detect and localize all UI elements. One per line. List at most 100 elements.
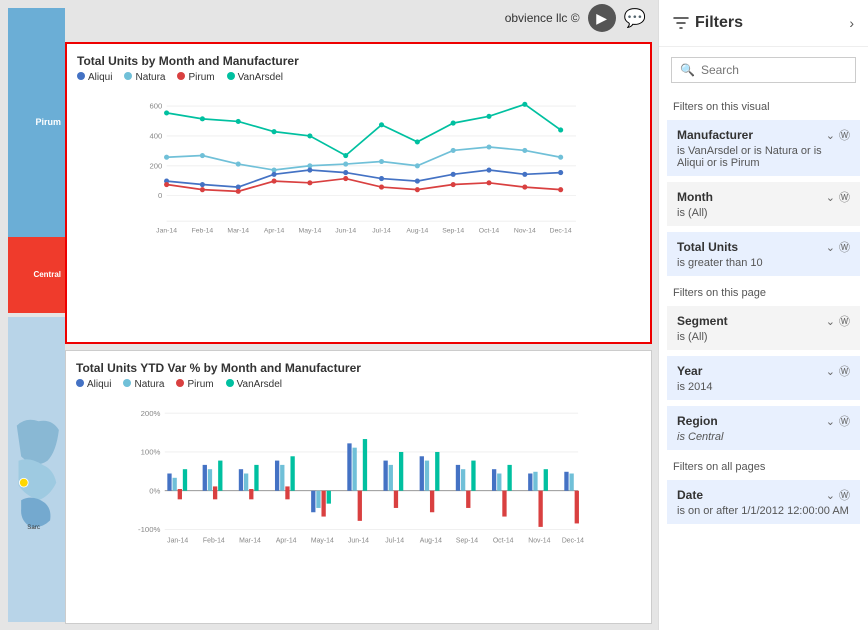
month-filter-name: Month — [677, 190, 713, 204]
map-section: Sarc © 2020 Microsoft Corporation Terms — [8, 317, 65, 622]
company-name: obvience llc © — [505, 11, 580, 25]
svg-text:100%: 100% — [141, 447, 161, 456]
total-units-filter-name: Total Units — [677, 240, 738, 254]
date-clear-icon[interactable]: Ⓦ — [839, 487, 850, 503]
total-units-filter[interactable]: Total Units ⌄ Ⓦ is greater than 10 — [667, 232, 860, 276]
month-filter-icons: ⌄ Ⓦ — [826, 189, 850, 205]
segment-collapse-icon[interactable]: ⌄ — [826, 315, 835, 328]
top-bar: obvience llc © ▶ 💬 — [65, 0, 652, 36]
legend-vanarsdel-2: VanArsdel — [226, 379, 282, 390]
user-icon[interactable]: ▶ — [588, 4, 616, 32]
left-sidebar: Pirum Central Sarc © 2020 Microsoft Corp… — [0, 0, 65, 630]
year-filter-icons: ⌄ Ⓦ — [826, 363, 850, 379]
visual-filters-label: Filters on this visual — [659, 93, 868, 117]
search-icon: 🔍 — [680, 63, 695, 77]
chat-icon[interactable]: 💬 — [624, 8, 646, 29]
date-filter-icons: ⌄ Ⓦ — [826, 487, 850, 503]
svg-text:Jan-14: Jan-14 — [156, 227, 177, 234]
central-label: Central — [33, 270, 61, 279]
segment-filter[interactable]: Segment ⌄ Ⓦ is (All) — [667, 306, 860, 350]
year-collapse-icon[interactable]: ⌄ — [826, 365, 835, 378]
svg-text:Aug-14: Aug-14 — [406, 227, 428, 234]
page-filters-label: Filters on this page — [659, 279, 868, 303]
manufacturer-filter[interactable]: Manufacturer ⌄ Ⓦ is VanArsdel or is Natu… — [667, 120, 860, 176]
bottom-bar-chart: Total Units YTD Var % by Month and Manuf… — [65, 350, 652, 624]
filters-header: Filters › — [659, 0, 868, 47]
month-filter-value: is (All) — [677, 207, 850, 219]
svg-text:Feb-14: Feb-14 — [203, 537, 225, 544]
svg-text:Aug-14: Aug-14 — [420, 537, 442, 544]
legend-aliqui-2: Aliqui — [76, 379, 111, 390]
manufacturer-clear-icon[interactable]: Ⓦ — [839, 127, 850, 143]
svg-text:400: 400 — [150, 131, 163, 140]
legend-natura-2: Natura — [123, 379, 164, 390]
svg-text:May-14: May-14 — [299, 227, 322, 234]
svg-text:Sarc: Sarc — [27, 524, 40, 531]
manufacturer-filter-value: is VanArsdel or is Natura or is Aliqui o… — [677, 145, 850, 169]
total-units-collapse-icon[interactable]: ⌄ — [826, 241, 835, 254]
total-units-filter-value: is greater than 10 — [677, 257, 850, 269]
svg-text:Jul-14: Jul-14 — [385, 537, 404, 544]
top-chart-legend: Aliqui Natura Pirum VanArsdel — [77, 72, 640, 83]
svg-text:-100%: -100% — [138, 525, 161, 534]
svg-text:600: 600 — [150, 102, 163, 111]
date-filter[interactable]: Date ⌄ Ⓦ is on or after 1/1/2012 12:00:0… — [667, 480, 860, 524]
top-line-chart: Total Units by Month and Manufacturer Al… — [65, 42, 652, 344]
manufacturer-filter-name: Manufacturer — [677, 128, 753, 142]
year-clear-icon[interactable]: Ⓦ — [839, 363, 850, 379]
svg-text:Mar-14: Mar-14 — [239, 537, 261, 544]
svg-text:Dec-14: Dec-14 — [550, 227, 572, 234]
svg-text:Apr-14: Apr-14 — [264, 227, 285, 234]
svg-text:Sep-14: Sep-14 — [456, 537, 478, 544]
date-filter-value: is on or after 1/1/2012 12:00:00 AM — [677, 505, 850, 517]
color-bar-section: Pirum Central — [8, 8, 65, 313]
svg-text:Nov-14: Nov-14 — [528, 537, 550, 544]
bottom-chart-title: Total Units YTD Var % by Month and Manuf… — [76, 361, 641, 375]
svg-text:Oct-14: Oct-14 — [479, 227, 500, 234]
year-filter-value: is 2014 — [677, 381, 850, 393]
legend-pirum-2: Pirum — [176, 379, 213, 390]
region-collapse-icon[interactable]: ⌄ — [826, 415, 835, 428]
all-pages-filters-label: Filters on all pages — [659, 453, 868, 477]
date-filter-name: Date — [677, 488, 703, 502]
month-collapse-icon[interactable]: ⌄ — [826, 191, 835, 204]
filters-title: Filters — [673, 14, 743, 32]
segment-filter-name: Segment — [677, 314, 728, 328]
month-filter[interactable]: Month ⌄ Ⓦ is (All) — [667, 182, 860, 226]
svg-text:Sep-14: Sep-14 — [442, 227, 464, 234]
region-clear-icon[interactable]: Ⓦ — [839, 413, 850, 429]
svg-text:Dec-14: Dec-14 — [562, 537, 584, 544]
pirum-label: Pirum — [35, 117, 61, 127]
segment-clear-icon[interactable]: Ⓦ — [839, 313, 850, 329]
svg-text:0%: 0% — [149, 486, 160, 495]
svg-text:0: 0 — [158, 191, 162, 200]
date-collapse-icon[interactable]: ⌄ — [826, 489, 835, 502]
segment-filter-icons: ⌄ Ⓦ — [826, 313, 850, 329]
search-box[interactable]: 🔍 — [671, 57, 856, 83]
region-filter[interactable]: Region ⌄ Ⓦ is Central — [667, 406, 860, 450]
legend-vanarsdel: VanArsdel — [227, 72, 283, 83]
total-units-filter-icons: ⌄ Ⓦ — [826, 239, 850, 255]
svg-text:200: 200 — [150, 161, 163, 170]
svg-text:Oct-14: Oct-14 — [493, 537, 514, 544]
svg-text:Jul-14: Jul-14 — [372, 227, 391, 234]
month-clear-icon[interactable]: Ⓦ — [839, 189, 850, 205]
year-filter-name: Year — [677, 364, 702, 378]
line-chart-svg: 600 400 200 0 — [77, 89, 640, 234]
top-chart-title: Total Units by Month and Manufacturer — [77, 54, 640, 68]
region-filter-value: is Central — [677, 431, 850, 443]
svg-text:Jun-14: Jun-14 — [335, 227, 356, 234]
filters-close-icon[interactable]: › — [849, 15, 854, 31]
search-input[interactable] — [701, 63, 847, 77]
total-units-clear-icon[interactable]: Ⓦ — [839, 239, 850, 255]
year-filter[interactable]: Year ⌄ Ⓦ is 2014 — [667, 356, 860, 400]
region-filter-name: Region — [677, 414, 718, 428]
legend-natura: Natura — [124, 72, 165, 83]
svg-text:Nov-14: Nov-14 — [514, 227, 536, 234]
svg-text:Jun-14: Jun-14 — [348, 537, 369, 544]
manufacturer-filter-icons: ⌄ Ⓦ — [826, 127, 850, 143]
svg-text:Mar-14: Mar-14 — [227, 227, 249, 234]
bottom-chart-legend: Aliqui Natura Pirum VanArsdel — [76, 379, 641, 390]
legend-aliqui: Aliqui — [77, 72, 112, 83]
manufacturer-collapse-icon[interactable]: ⌄ — [826, 129, 835, 142]
